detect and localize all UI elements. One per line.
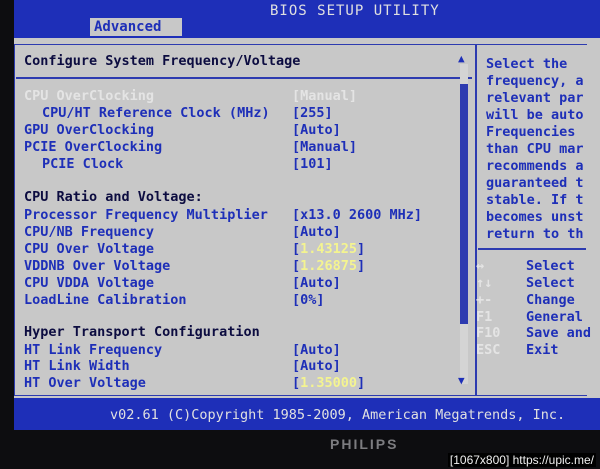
setting-value: [Auto] [292, 358, 341, 374]
setting-label: PCIE Clock [42, 156, 124, 172]
setting-label: CPU/NB Frequency [24, 224, 155, 240]
help-line: stable. If t [486, 192, 584, 208]
key-name: ↔ [476, 258, 485, 274]
voltage-value: 1.26875 [300, 258, 358, 274]
setting-value: [Auto] [292, 342, 341, 358]
section-heading-cpu-ratio: CPU Ratio and Voltage: [24, 189, 203, 205]
tab-advanced[interactable]: Advanced [90, 18, 182, 36]
setting-value: [Auto] [292, 275, 341, 291]
setting-value: [1.35000] [292, 375, 366, 391]
voltage-value: 1.43125 [300, 241, 358, 257]
setting-label: CPU OverClocking [24, 88, 155, 104]
key-desc: General [526, 309, 583, 325]
page-title: Configure System Frequency/Voltage [24, 53, 301, 69]
key-desc: Select [526, 258, 575, 274]
setting-label: CPU/HT Reference Clock (MHz) [42, 105, 270, 121]
section-heading-hyper-transport: Hyper Transport Configuration [24, 324, 260, 340]
setting-value: [1.26875] [292, 258, 366, 274]
setting-label: Processor Frequency Multiplier [24, 207, 268, 223]
setting-label: LoadLine Calibration [24, 292, 187, 308]
setting-value: [255] [292, 105, 333, 121]
bios-title: BIOS SETUP UTILITY [270, 3, 440, 19]
copyright-text: v02.61 (C)Copyright 1985-2009, American … [110, 407, 566, 423]
setting-label: GPU OverClocking [24, 122, 155, 138]
scrollbar-thumb[interactable] [460, 84, 468, 324]
key-desc: Exit [526, 342, 559, 358]
setting-label: HT Link Frequency [24, 342, 163, 358]
key-name: F10 [476, 325, 501, 341]
key-name: F1 [476, 309, 493, 325]
help-line: frequency, a [486, 73, 584, 89]
setting-label: CPU Over Voltage [24, 241, 155, 257]
setting-value: [x13.0 2600 MHz] [292, 207, 423, 223]
help-line: becomes unst [486, 209, 584, 225]
setting-label: PCIE OverClocking [24, 139, 163, 155]
setting-label: HT Over Voltage [24, 375, 146, 391]
help-line: Frequencies [486, 124, 576, 140]
divider [16, 77, 472, 79]
setting-value: [Manual] [292, 88, 358, 104]
key-desc: Select [526, 275, 575, 291]
help-line: return to th [486, 226, 584, 242]
setting-value: [101] [292, 156, 333, 172]
scroll-down-arrow-icon[interactable]: ▼ [458, 374, 465, 387]
key-desc: Change [526, 292, 575, 308]
watermark-text: [1067x800] https://upic.me/ [447, 453, 596, 467]
key-desc: Save and [526, 325, 592, 341]
key-name: ↑↓ [476, 275, 493, 291]
setting-value: [1.43125] [292, 241, 366, 257]
help-divider [478, 248, 586, 250]
setting-value: [Auto] [292, 224, 341, 240]
help-line: Select the [486, 56, 568, 72]
help-line: recommends a [486, 158, 584, 174]
voltage-value: 1.35000 [300, 375, 358, 391]
help-text: Select the frequency, a relevant par wil… [486, 56, 584, 243]
help-line: relevant par [486, 90, 584, 106]
setting-label: HT Link Width [24, 358, 130, 374]
monitor-brand-logo: PHILIPS [330, 436, 399, 452]
help-line: will be auto [486, 107, 584, 123]
setting-label: VDDNB Over Voltage [24, 258, 171, 274]
help-line: than CPU mar [486, 141, 584, 157]
key-name: ESC [476, 342, 501, 358]
setting-label: CPU VDDA Voltage [24, 275, 155, 291]
key-name: +- [476, 292, 493, 308]
setting-value: [0%] [292, 292, 325, 308]
help-line: guaranteed t [486, 175, 584, 191]
setting-value: [Manual] [292, 139, 358, 155]
setting-value: [Auto] [292, 122, 341, 138]
